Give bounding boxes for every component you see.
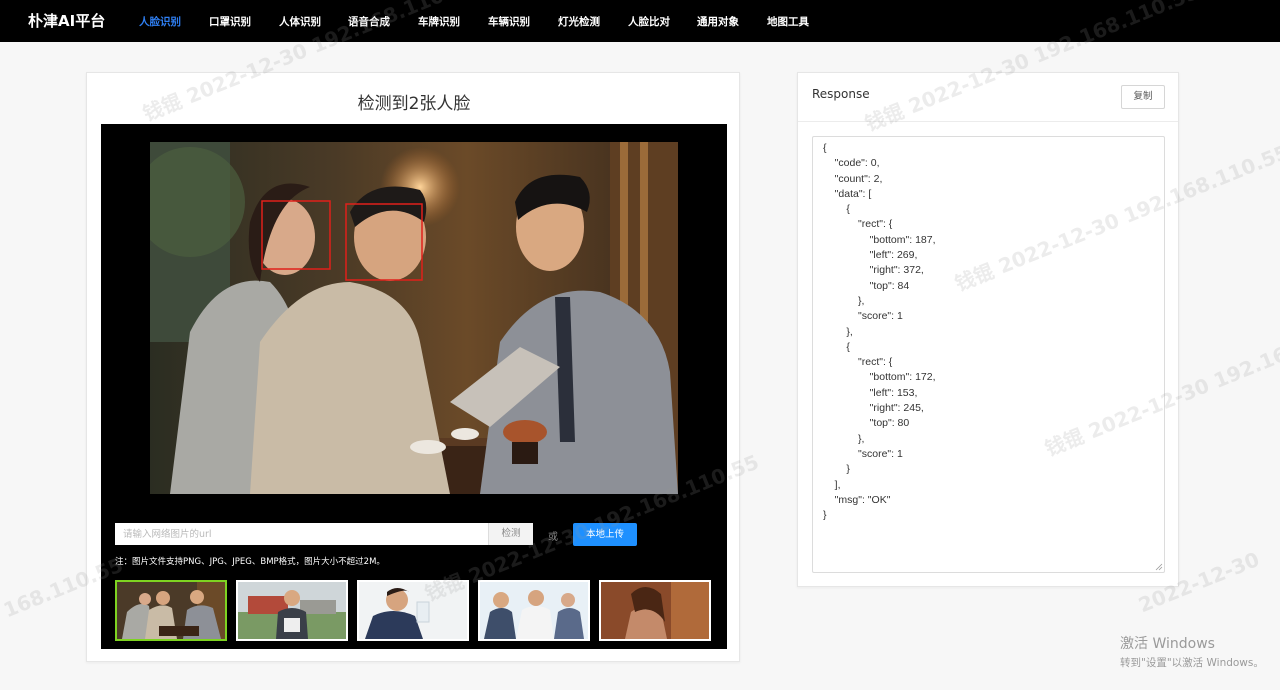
man-with-bag-thumbnail-image — [238, 582, 346, 639]
sample-thumbnail-1[interactable] — [115, 580, 227, 641]
nav-item-face-recognition[interactable]: 人脸识别 — [139, 14, 181, 29]
detect-result-title: 检测到2张人脸 — [357, 94, 471, 114]
sample-thumbnail-5[interactable] — [599, 580, 711, 641]
response-json-text: { "code": 0, "count": 2, "data": [ { "re… — [823, 142, 936, 522]
local-upload-button[interactable]: 本地上传 — [573, 523, 637, 546]
windows-activation-notice: 激活 Windows 转到"设置"以激活 Windows。 — [1120, 633, 1264, 670]
sample-thumbnail-4[interactable] — [478, 580, 590, 641]
windows-activation-title: 激活 Windows — [1120, 636, 1215, 652]
nav-item-mask-recognition[interactable]: 口罩识别 — [209, 14, 251, 29]
response-json-textarea[interactable]: { "code": 0, "count": 2, "data": [ { "re… — [812, 136, 1165, 573]
nav-item-light-detection[interactable]: 灯光检测 — [558, 14, 600, 29]
face-detect-panel: 检测到2张人脸 请输入网络图片的url 检测 或 本地上传 注：图片文件支持PN… — [86, 72, 740, 662]
nav-item-body-recognition[interactable]: 人体识别 — [279, 14, 321, 29]
response-panel: Response 复制 { "code": 0, "count": 2, "da… — [797, 72, 1179, 587]
url-input-group: 检测 — [115, 523, 533, 545]
image-url-input[interactable] — [115, 523, 488, 545]
meeting-thumbnail-image — [117, 582, 225, 639]
brand-logo[interactable]: 朴津AI平台 — [28, 10, 105, 31]
nav-item-vehicle-recognition[interactable]: 车辆识别 — [488, 14, 530, 29]
sample-thumbnail-2[interactable] — [236, 580, 348, 641]
detect-button[interactable]: 检测 — [488, 523, 533, 545]
meeting-scene-image — [150, 142, 678, 494]
or-separator: 或 — [548, 532, 558, 543]
office-team-thumbnail-image — [480, 582, 588, 639]
woman-portrait-thumbnail-image — [601, 582, 709, 639]
resize-grip-icon[interactable] — [1155, 563, 1163, 571]
nav-item-general-object[interactable]: 通用对象 — [697, 14, 739, 29]
detection-image — [150, 142, 678, 494]
top-navbar: 朴津AI平台 人脸识别 口罩识别 人体识别 语音合成 车牌识别 车辆识别 灯光检… — [0, 0, 1280, 42]
nav-item-speech-synthesis[interactable]: 语音合成 — [348, 14, 390, 29]
sample-thumbnail-3[interactable] — [357, 580, 469, 641]
nav-item-map-tools[interactable]: 地图工具 — [767, 14, 809, 29]
nav-item-face-compare[interactable]: 人脸比对 — [628, 14, 670, 29]
response-header: Response 复制 — [798, 73, 1178, 122]
windows-activation-subtitle: 转到"设置"以激活 Windows。 — [1120, 657, 1264, 669]
file-format-note: 注：图片文件支持PNG、JPG、JPEG、BMP格式，图片大小不超过2M。 — [115, 557, 385, 567]
response-title: Response — [812, 87, 870, 101]
man-drinking-thumbnail-image — [359, 582, 467, 639]
copy-button[interactable]: 复制 — [1121, 85, 1165, 109]
image-stage: 检测 或 本地上传 注：图片文件支持PNG、JPG、JPEG、BMP格式，图片大… — [101, 124, 727, 649]
nav-item-plate-recognition[interactable]: 车牌识别 — [418, 14, 460, 29]
